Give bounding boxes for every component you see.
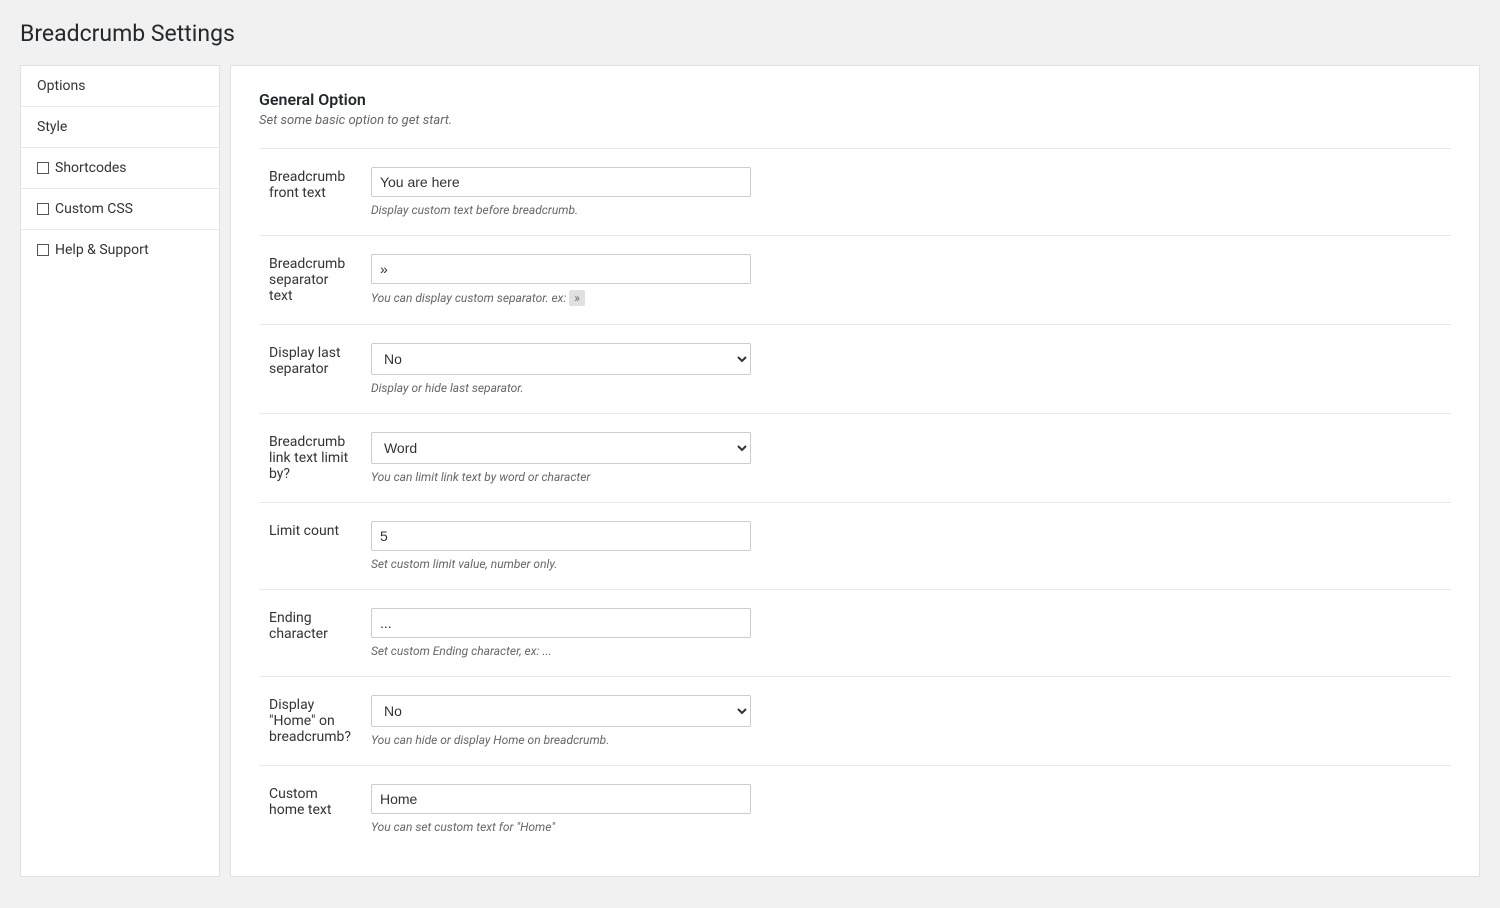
select-display-last-separator[interactable]: NoYes <box>371 343 751 375</box>
input-limit-count[interactable] <box>371 521 751 551</box>
input-ending-character[interactable] <box>371 608 751 638</box>
section-title: General Option <box>259 90 1451 109</box>
main-content: General Option Set some basic option to … <box>230 65 1480 877</box>
sidebar-item-label: Shortcodes <box>55 160 127 176</box>
input-front-text[interactable] <box>371 167 751 197</box>
label-limit-count: Limit count <box>269 523 339 539</box>
hint-limit-count: Set custom limit value, number only. <box>371 557 1441 571</box>
row-custom-home-text: Custom home text You can set custom text … <box>259 766 1451 853</box>
row-link-text-limit: Breadcrumb link text limit by? WordCharac… <box>259 414 1451 503</box>
hint-link-text-limit: You can limit link text by word or chara… <box>371 470 1441 484</box>
label-custom-home-text: Custom home text <box>269 786 331 818</box>
hint-badge: » <box>569 290 585 306</box>
row-display-last-separator: Display last separator NoYes Display or hi… <box>259 325 1451 414</box>
sidebar-item-help-support[interactable]: Help & Support <box>21 230 219 270</box>
hint-ending-character: Set custom Ending character, ex: ... <box>371 644 1441 658</box>
select-display-home[interactable]: NoYes <box>371 695 751 727</box>
row-display-home: Display "Home" on breadcrumb? NoYes You ca… <box>259 677 1451 766</box>
input-custom-home-text[interactable] <box>371 784 751 814</box>
select-link-text-limit[interactable]: WordCharacter <box>371 432 751 464</box>
sidebar-item-shortcodes[interactable]: Shortcodes <box>21 148 219 189</box>
section-subtitle: Set some basic option to get start. <box>259 113 1451 128</box>
hint-separator-text: You can display custom separator. ex: » <box>371 290 1441 306</box>
row-separator-text: Breadcrumb separator text You can display… <box>259 236 1451 325</box>
checkbox-icon <box>37 203 49 215</box>
sidebar-item-label: Style <box>37 119 67 135</box>
checkbox-icon <box>37 244 49 256</box>
row-limit-count: Limit count Set custom limit value, numbe… <box>259 503 1451 590</box>
checkbox-icon <box>37 162 49 174</box>
label-link-text-limit: Breadcrumb link text limit by? <box>269 434 348 482</box>
settings-table: Breadcrumb front text Display custom text… <box>259 148 1451 852</box>
row-ending-character: Ending character Set custom Ending charac… <box>259 590 1451 677</box>
hint-front-text: Display custom text before breadcrumb. <box>371 203 1441 217</box>
sidebar: Options Style Shortcodes Custom CSS Help & S… <box>20 65 220 877</box>
sidebar-item-style[interactable]: Style <box>21 107 219 148</box>
input-separator-text[interactable] <box>371 254 751 284</box>
hint-display-last-separator: Display or hide last separator. <box>371 381 1441 395</box>
hint-display-home: You can hide or display Home on breadcru… <box>371 733 1441 747</box>
sidebar-item-options[interactable]: Options <box>21 66 219 107</box>
sidebar-item-label: Help & Support <box>55 242 149 258</box>
label-ending-character: Ending character <box>269 610 328 642</box>
label-separator-text: Breadcrumb separator text <box>269 256 345 304</box>
label-display-last-separator: Display last separator <box>269 345 341 377</box>
row-front-text: Breadcrumb front text Display custom text… <box>259 149 1451 236</box>
sidebar-item-label: Options <box>37 78 85 94</box>
label-display-home: Display "Home" on breadcrumb? <box>269 697 351 745</box>
page-title: Breadcrumb Settings <box>20 20 1480 47</box>
sidebar-item-custom-css[interactable]: Custom CSS <box>21 189 219 230</box>
label-front-text: Breadcrumb front text <box>269 169 345 201</box>
sidebar-item-label: Custom CSS <box>55 201 133 217</box>
hint-custom-home-text: You can set custom text for "Home" <box>371 820 1441 834</box>
